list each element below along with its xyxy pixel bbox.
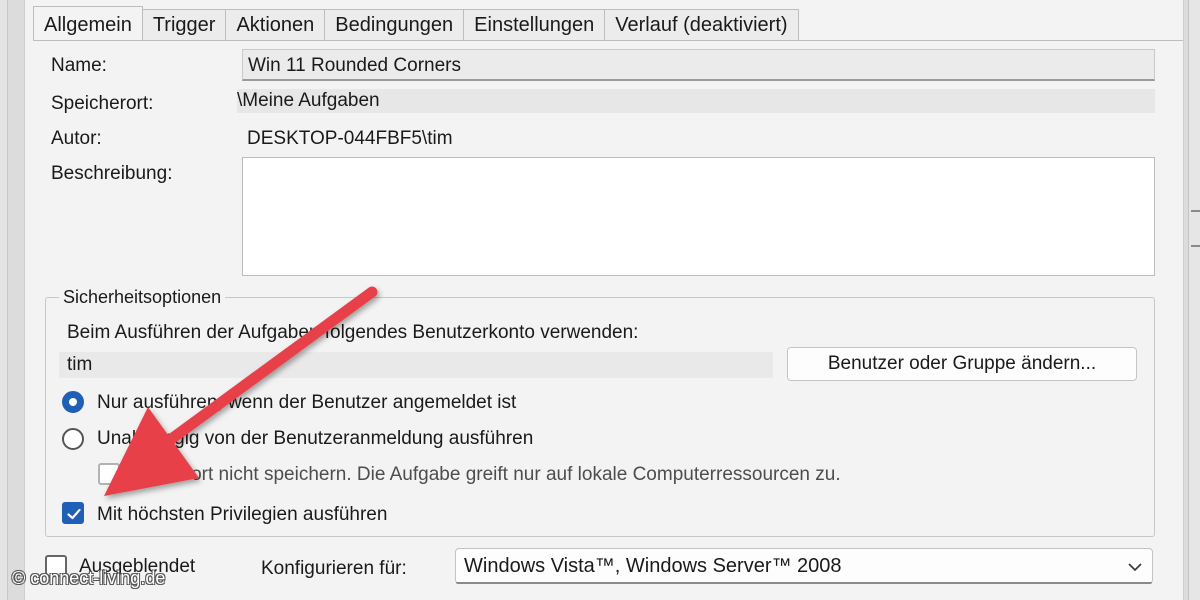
radio-run-logged-on-label[interactable]: Nur ausführen, wenn der Benutzer angemel… xyxy=(97,392,516,414)
background-window-edge-left xyxy=(0,0,8,600)
chevron-down-icon xyxy=(1128,563,1142,572)
radio-run-whether-logged-on[interactable] xyxy=(62,428,84,450)
tab-trigger[interactable]: Trigger xyxy=(141,9,227,40)
background-window-edge-right xyxy=(1188,0,1200,600)
tab-einstellungen[interactable]: Einstellungen xyxy=(463,9,606,40)
name-label: Name: xyxy=(51,55,107,76)
watermark: © connect-living.de xyxy=(12,568,166,588)
configure-for-label: Konfigurieren für: xyxy=(261,558,407,579)
highest-privileges-label[interactable]: Mit höchsten Privilegien ausführen xyxy=(97,504,387,526)
user-account-field: tim xyxy=(59,352,773,378)
background-mark xyxy=(1191,245,1200,247)
description-field[interactable] xyxy=(242,157,1155,276)
no-password-label: Kennwort nicht speichern. Die Aufgabe gr… xyxy=(133,464,841,485)
checkmark-icon xyxy=(67,508,81,520)
change-user-button[interactable]: Benutzer oder Gruppe ändern... xyxy=(787,347,1137,381)
account-prompt: Beim Ausführen der Aufgaben folgendes Be… xyxy=(67,322,639,343)
tab-verlauf[interactable]: Verlauf (deaktiviert) xyxy=(604,9,799,40)
author-field: DESKTOP-044FBF5\tim xyxy=(247,128,453,149)
select-underline xyxy=(456,582,1152,584)
tab-panel-border xyxy=(33,40,1183,41)
tab-allgemein[interactable]: Allgemein xyxy=(33,6,143,40)
location-field: \Meine Aufgaben xyxy=(237,89,1155,113)
highest-privileges-checkbox[interactable] xyxy=(62,502,84,524)
configure-for-select[interactable]: Windows Vista™, Windows Server™ 2008 xyxy=(455,548,1153,584)
description-label: Beschreibung: xyxy=(51,163,173,184)
tab-aktionen[interactable]: Aktionen xyxy=(225,9,326,40)
location-label: Speicherort: xyxy=(51,93,154,114)
tab-bar: Allgemein Trigger Aktionen Bedingungen E… xyxy=(33,6,799,40)
task-properties-dialog: Allgemein Trigger Aktionen Bedingungen E… xyxy=(24,0,1184,600)
tab-bedingungen[interactable]: Bedingungen xyxy=(324,9,465,40)
background-mark xyxy=(1191,210,1200,212)
author-label: Autor: xyxy=(51,128,102,149)
name-field[interactable]: Win 11 Rounded Corners xyxy=(242,49,1155,81)
radio-run-whether-logged-on-label[interactable]: Unabhängig von der Benutzeranmeldung aus… xyxy=(97,428,533,450)
security-options-title: Sicherheitsoptionen xyxy=(59,287,226,308)
radio-run-logged-on[interactable] xyxy=(62,391,84,413)
no-password-checkbox[interactable] xyxy=(98,463,120,485)
configure-for-value: Windows Vista™, Windows Server™ 2008 xyxy=(464,555,842,577)
